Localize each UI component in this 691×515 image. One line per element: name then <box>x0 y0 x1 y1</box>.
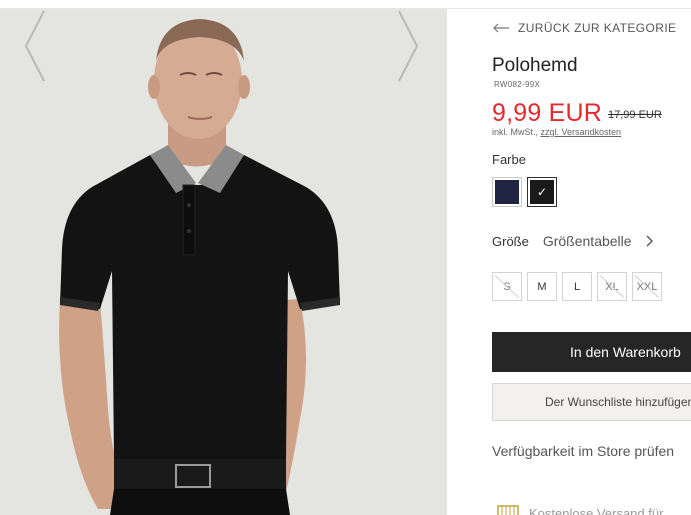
next-image-arrow-icon[interactable] <box>395 9 421 83</box>
tax-prefix: inkl. MwSt., <box>492 127 541 137</box>
product-photo <box>0 9 447 515</box>
size-option-m[interactable]: M <box>527 272 557 301</box>
current-price: 9,99 EUR <box>492 99 602 127</box>
color-label: Farbe <box>492 152 526 167</box>
add-to-wishlist-button[interactable]: Der Wunschliste hinzufügen <box>492 383 691 421</box>
size-option-l[interactable]: L <box>562 272 592 301</box>
size-chart-link[interactable]: Größentabelle <box>543 233 654 249</box>
swatch-fill <box>495 180 519 204</box>
product-info-panel: ZURÜCK ZUR KATEGORIE Polohemd RW082-99X … <box>447 9 691 515</box>
size-option-s[interactable]: S <box>492 272 522 301</box>
tax-note: inkl. MwSt., zzgl. Versandkosten <box>492 127 621 137</box>
shipping-costs-link[interactable]: zzgl. Versandkosten <box>541 127 622 137</box>
size-option-xxl[interactable]: XXL <box>632 272 662 301</box>
size-chart-label: Größentabelle <box>542 233 632 249</box>
back-to-category-link[interactable]: ZURÜCK ZUR KATEGORIE <box>492 21 676 35</box>
arrow-left-icon <box>493 23 509 33</box>
checkmark-icon: ✓ <box>536 185 548 199</box>
back-label: ZURÜCK ZUR KATEGORIE <box>518 21 677 35</box>
product-image-gallery[interactable] <box>0 9 447 515</box>
top-border <box>0 0 691 9</box>
chevron-right-icon <box>646 235 653 247</box>
old-price: 17,99 EUR <box>608 109 662 121</box>
product-title: Polohemd <box>492 55 578 76</box>
truck-icon <box>497 505 519 515</box>
size-row: Größe Größentabelle <box>492 233 654 249</box>
product-sku: RW082-99X <box>494 80 541 89</box>
size-label: Größe <box>492 233 529 249</box>
size-options: S M L XL XXL <box>492 272 662 301</box>
add-to-cart-button[interactable]: In den Warenkorb <box>492 332 691 372</box>
store-availability-link[interactable]: Verfügbarkeit im Store prüfen <box>492 443 674 459</box>
size-option-xl[interactable]: XL <box>597 272 627 301</box>
color-swatch-black[interactable]: ✓ <box>527 177 557 207</box>
previous-image-arrow-icon[interactable] <box>22 9 48 83</box>
color-swatch-navy[interactable] <box>492 177 522 207</box>
shipping-note: Kostenlose Versand für <box>529 506 664 515</box>
